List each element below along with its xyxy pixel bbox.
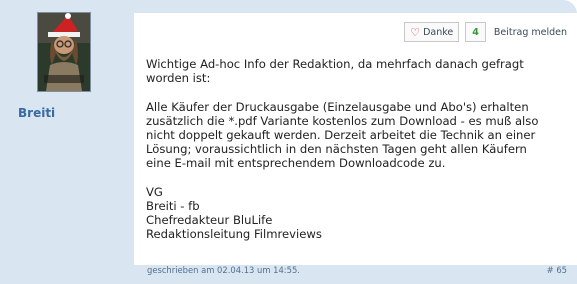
message-line: Alle Käufer der Druckausgabe (Einzelausg… [146,99,529,114]
thanks-button[interactable]: ♡ Danke [404,22,460,42]
post-date: geschrieben am 02.04.13 um 14:55. [147,265,300,275]
message-line: zusätzlich die *.pdf Variante kostenlos … [146,113,539,128]
message-line: nicht doppelt gekauft werden. Derzeit ar… [146,128,536,142]
heart-icon: ♡ [410,25,421,39]
report-post-link[interactable]: Beitrag melden [492,27,567,38]
post-footer: geschrieben am 02.04.13 um 14:55. # 65 [134,265,577,284]
user-column: Breiti [0,0,133,284]
message-line: Lösung; voraussichtlich in den nächsten … [146,142,527,157]
message-line: worden ist: [146,71,211,86]
thanks-label: Danke [423,26,454,38]
post-actions: ♡ Danke 4 Beitrag melden [404,22,567,42]
signature-line: Redaktionsleitung Filmreviews [146,227,322,242]
post-body: ♡ Danke 4 Beitrag melden Wichtige Ad-hoc… [134,13,577,265]
avatar-image [38,13,90,91]
post-number[interactable]: # 65 [547,265,567,275]
message-line: eine E-mail mit entsprechendem Downloadc… [146,156,446,171]
signature-line: VG [146,184,163,199]
message-text: Wichtige Ad-hoc Info der Redaktion, da m… [146,57,566,242]
avatar[interactable] [37,12,91,92]
forum-post: Breiti ♡ Danke 4 Beitrag melden Wichtige… [0,0,577,284]
username[interactable]: Breiti [18,106,55,120]
thanks-count[interactable]: 4 [465,22,486,42]
signature-line: Chefredakteur BluLife [146,213,273,228]
signature-line: Breiti - fb [146,199,200,213]
message-line: Wichtige Ad-hoc Info der Redaktion, da m… [146,57,524,71]
